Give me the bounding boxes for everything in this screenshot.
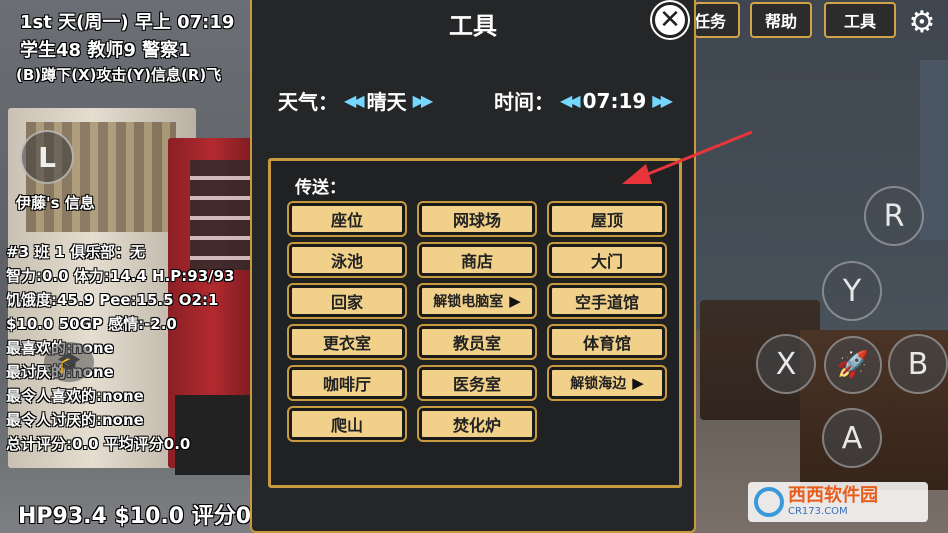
y-button[interactable]: Y bbox=[822, 261, 882, 321]
weather-value: 晴天 bbox=[366, 90, 407, 114]
teleport-button-label: 座位 bbox=[330, 211, 363, 230]
b-button[interactable]: B bbox=[888, 334, 948, 394]
teleport-grid: 座位 网球场 屋顶泳池 商店 大门回家 解锁电脑室 ▶ 空手道馆更衣室 教员室 体育馆咖啡厅 医务室… bbox=[287, 201, 667, 442]
teleport-button-label: 空手道馆 bbox=[574, 293, 639, 312]
time-prev-icon[interactable]: ◀◀ bbox=[560, 91, 581, 110]
watermark-title: 西西软件园 bbox=[788, 485, 878, 506]
stat-line: 总计评分:0.0 平均评分0.0 bbox=[6, 435, 191, 453]
stat-line: 最令人讨厌的:none bbox=[6, 411, 144, 429]
watermark: 西西软件园 CR173.COM bbox=[748, 482, 928, 522]
weather-selector: 天气： ◀◀ 晴天 ▶▶ bbox=[278, 86, 435, 115]
population-display: 学生48 教师9 警察1 bbox=[20, 40, 191, 61]
tools-button[interactable]: 工具 bbox=[824, 2, 896, 38]
teleport-button[interactable]: 更衣室 bbox=[287, 324, 407, 360]
weather-next-icon[interactable]: ▶▶ bbox=[413, 91, 434, 110]
controls-hint: (B)蹲下(X)攻击(Y)信息(R)飞 bbox=[16, 66, 222, 84]
stat-line: 最喜欢的:none bbox=[6, 336, 250, 360]
stat-line: #3 班 1 俱乐部：无 bbox=[6, 243, 146, 261]
teleport-button[interactable]: 回家 bbox=[287, 283, 407, 319]
watermark-url: CR173.COM bbox=[788, 506, 848, 517]
teleport-button-label: 屋顶 bbox=[590, 211, 623, 230]
stat-line: 最令人喜欢的:none bbox=[6, 387, 144, 405]
graduation-cap-icon[interactable]: 🎓 bbox=[44, 342, 94, 382]
teleport-button[interactable]: 咖啡厅 bbox=[287, 365, 407, 401]
time-value: 07:19 bbox=[582, 88, 647, 113]
gear-icon[interactable]: ⚙ bbox=[904, 4, 940, 40]
teleport-button-label: 焚化炉 bbox=[452, 416, 501, 435]
teleport-button[interactable]: 体育馆 bbox=[547, 324, 667, 360]
teleport-button[interactable]: 空手道馆 bbox=[547, 283, 667, 319]
teleport-button-label: 网球场 bbox=[452, 211, 501, 230]
window bbox=[920, 60, 948, 240]
teleport-button-label: 泳池 bbox=[330, 252, 363, 271]
date-time-display: 1st 天(周一) 早上 07:19 bbox=[20, 12, 235, 33]
time-selector: 时间： ◀◀ 07:19 ▶▶ bbox=[494, 86, 675, 115]
stat-line: $10.0 50GP 感情:-2.0 bbox=[6, 315, 177, 333]
stat-line: 智力:0.0 体力:14.4 H.P:93/93 bbox=[6, 267, 235, 285]
stat-line: 最讨厌的:none bbox=[6, 360, 250, 384]
teleport-button-label: 体育馆 bbox=[582, 334, 631, 353]
teleport-button-label: 解锁电脑室 bbox=[433, 294, 504, 310]
time-label: 时间： bbox=[494, 90, 554, 114]
teleport-button-label: 解锁海边 bbox=[570, 376, 627, 392]
l-button[interactable]: L bbox=[20, 130, 74, 184]
teleport-button-label: 回家 bbox=[330, 293, 363, 312]
teleport-button[interactable]: 解锁电脑室 ▶ bbox=[417, 283, 537, 319]
teleport-button-label: 大门 bbox=[590, 252, 623, 271]
teleport-button-label: 教员室 bbox=[452, 334, 501, 353]
task-button[interactable]: 任务 bbox=[694, 2, 740, 38]
teleport-button[interactable]: 爬山 bbox=[287, 406, 407, 442]
teleport-button[interactable]: 解锁海边 ▶ bbox=[547, 365, 667, 401]
teleport-button-label: 医务室 bbox=[452, 375, 501, 394]
weather-prev-icon[interactable]: ◀◀ bbox=[344, 91, 365, 110]
teleport-label: 传送： bbox=[295, 178, 346, 198]
teleport-section: 传送： 座位 网球场 屋顶泳池 商店 大门回家 解锁电脑室 ▶ 空手道馆更衣室 教员室 体育馆咖啡… bbox=[268, 158, 682, 488]
character-info-label: 伊藤's 信息 bbox=[16, 194, 95, 212]
r-button[interactable]: R bbox=[864, 186, 924, 246]
time-next-icon[interactable]: ▶▶ bbox=[652, 91, 673, 110]
teleport-button[interactable]: 屋顶 bbox=[547, 201, 667, 237]
teleport-button[interactable]: 座位 bbox=[287, 201, 407, 237]
a-button[interactable]: A bbox=[822, 408, 882, 468]
weather-label: 天气： bbox=[278, 90, 338, 114]
stat-line: 饥饿度:45.9 Pee:15.5 O2:1 bbox=[6, 291, 219, 309]
teleport-button-label: 商店 bbox=[460, 252, 493, 271]
play-arrow-icon: ▶ bbox=[509, 292, 521, 310]
tools-panel: 工具 ✕ 天气： ◀◀ 晴天 ▶▶ 时间： ◀◀ 07:19 ▶▶ 传送： 座位… bbox=[250, 0, 696, 533]
teleport-button-label: 咖啡厅 bbox=[322, 375, 371, 394]
character-stats: #3 班 1 俱乐部：无 智力:0.0 体力:14.4 H.P:93/93 饥饿… bbox=[6, 240, 250, 456]
watermark-logo-icon bbox=[754, 487, 784, 517]
teleport-button[interactable]: 焚化炉 bbox=[417, 406, 537, 442]
task-button-label: 任务 bbox=[693, 12, 726, 31]
bottom-status: HP93.4 $10.0 评分0 bbox=[18, 504, 252, 529]
teleport-button[interactable]: 大门 bbox=[547, 242, 667, 278]
teleport-button[interactable]: 泳池 bbox=[287, 242, 407, 278]
teleport-button[interactable]: 教员室 bbox=[417, 324, 537, 360]
teleport-button-label: 爬山 bbox=[330, 416, 363, 435]
teleport-button[interactable]: 网球场 bbox=[417, 201, 537, 237]
teleport-button[interactable]: 医务室 bbox=[417, 365, 537, 401]
x-button[interactable]: X bbox=[756, 334, 816, 394]
help-button[interactable]: 帮助 bbox=[750, 2, 812, 38]
close-icon[interactable]: ✕ bbox=[652, 2, 688, 38]
panel-title: 工具 bbox=[449, 12, 497, 40]
teleport-button-label: 更衣室 bbox=[322, 334, 371, 353]
play-arrow-icon: ▶ bbox=[632, 374, 644, 392]
teleport-button[interactable]: 商店 bbox=[417, 242, 537, 278]
rocket-icon[interactable]: 🚀 bbox=[824, 336, 882, 394]
